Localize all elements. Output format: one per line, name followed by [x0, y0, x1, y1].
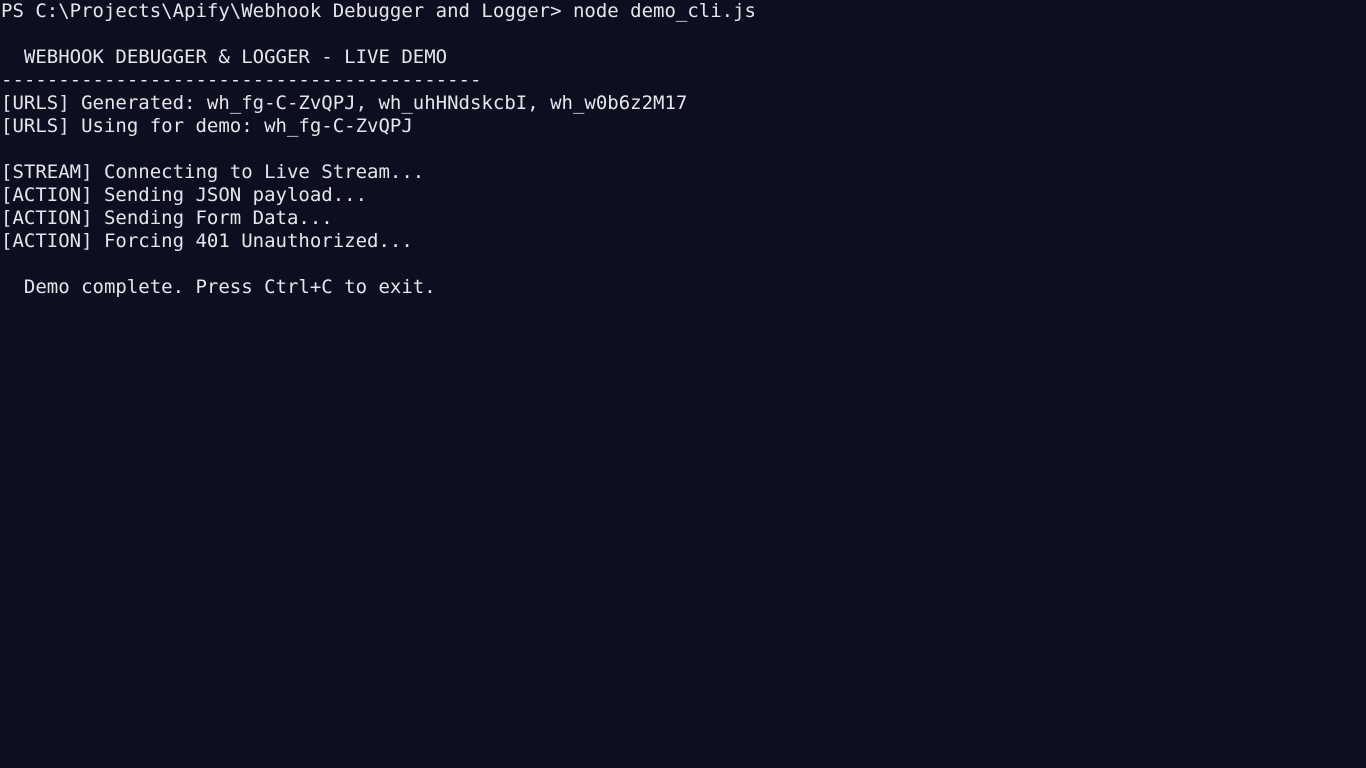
output-line: [URLS] Generated: wh_fg-C-ZvQPJ, wh_uhHN…: [1, 92, 688, 114]
prompt-line: PS C:\Projects\Apify\Webhook Debugger an…: [1, 0, 1366, 23]
output-line: [ACTION] Sending JSON payload...: [1, 184, 368, 206]
output-line: Demo complete. Press Ctrl+C to exit.: [1, 276, 436, 298]
output-line: [ACTION] Sending Form Data...: [1, 207, 333, 229]
output-line: [STREAM] Connecting to Live Stream...: [1, 161, 425, 183]
output-line: ----------------------------------------…: [1, 69, 482, 91]
command-text: node demo_cli.js: [572, 0, 756, 22]
output-line: [ACTION] Forcing 401 Unauthorized...: [1, 230, 413, 252]
output-line: WEBHOOK DEBUGGER & LOGGER - LIVE DEMO: [1, 46, 448, 68]
terminal-output: WEBHOOK DEBUGGER & LOGGER - LIVE DEMO ---…: [1, 23, 1366, 299]
terminal-window[interactable]: PS C:\Projects\Apify\Webhook Debugger an…: [0, 0, 1366, 768]
output-line: [URLS] Using for demo: wh_fg-C-ZvQPJ: [1, 115, 413, 137]
prompt-text: PS C:\Projects\Apify\Webhook Debugger an…: [1, 0, 562, 22]
